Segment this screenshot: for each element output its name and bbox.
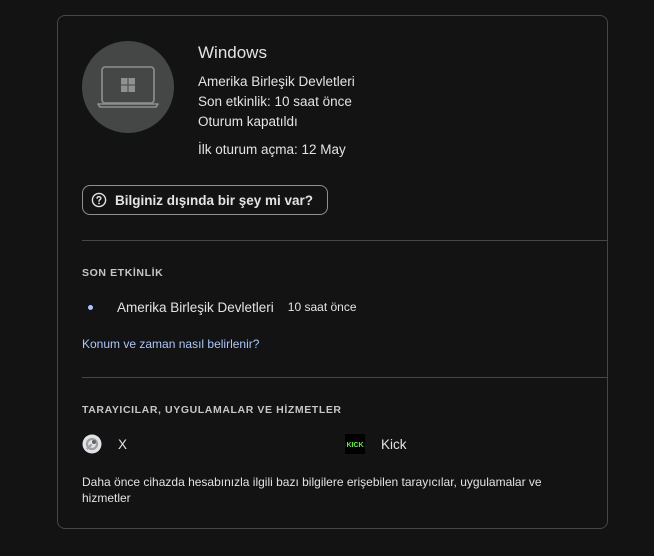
device-details-card: Windows Amerika Birleşik Devletleri Son … (57, 15, 608, 529)
service-item-x: X (82, 433, 127, 455)
bullet-dot-icon (88, 304, 93, 310)
activity-time: 10 saat önce (287, 300, 357, 314)
device-session-status: Oturum kapatıldı (198, 114, 298, 129)
device-first-signin: İlk oturum açma: 12 May (198, 142, 346, 157)
divider (82, 240, 607, 241)
services-footnote: Daha önce cihazda hesabınızla ilgili baz… (82, 475, 542, 505)
activity-location: Amerika Birleşik Devletleri (117, 299, 274, 315)
device-name: Windows (198, 43, 267, 62)
svg-text:KICK: KICK (346, 442, 363, 449)
service-label: X (118, 436, 128, 452)
unrecognized-activity-button[interactable]: Bilginiz dışında bir şey mi var? (82, 185, 329, 215)
kick-app-icon: KICK (345, 434, 365, 454)
help-button-label: Bilginiz dışında bir şey mi var? (115, 192, 314, 208)
recent-activity-heading: SON ETKİNLİK (82, 267, 164, 279)
device-location: Amerika Birleşik Devletleri (198, 74, 355, 89)
activity-list-item: Amerika Birleşik Devletleri 10 saat önce (82, 297, 357, 317)
services-heading: TARAYICILAR, UYGULAMALAR VE HİZMETLER (82, 404, 342, 416)
x-app-icon (82, 434, 102, 454)
device-last-activity: Son etkinlik: 10 saat önce (198, 94, 352, 109)
location-time-help-link[interactable]: Konum ve zaman nasıl belirlenir? (82, 337, 259, 351)
service-item-kick: KICK Kick (345, 433, 407, 455)
help-circle-icon (91, 192, 107, 208)
service-label: Kick (381, 436, 407, 452)
divider (82, 377, 607, 378)
windows-laptop-icon (82, 41, 174, 133)
